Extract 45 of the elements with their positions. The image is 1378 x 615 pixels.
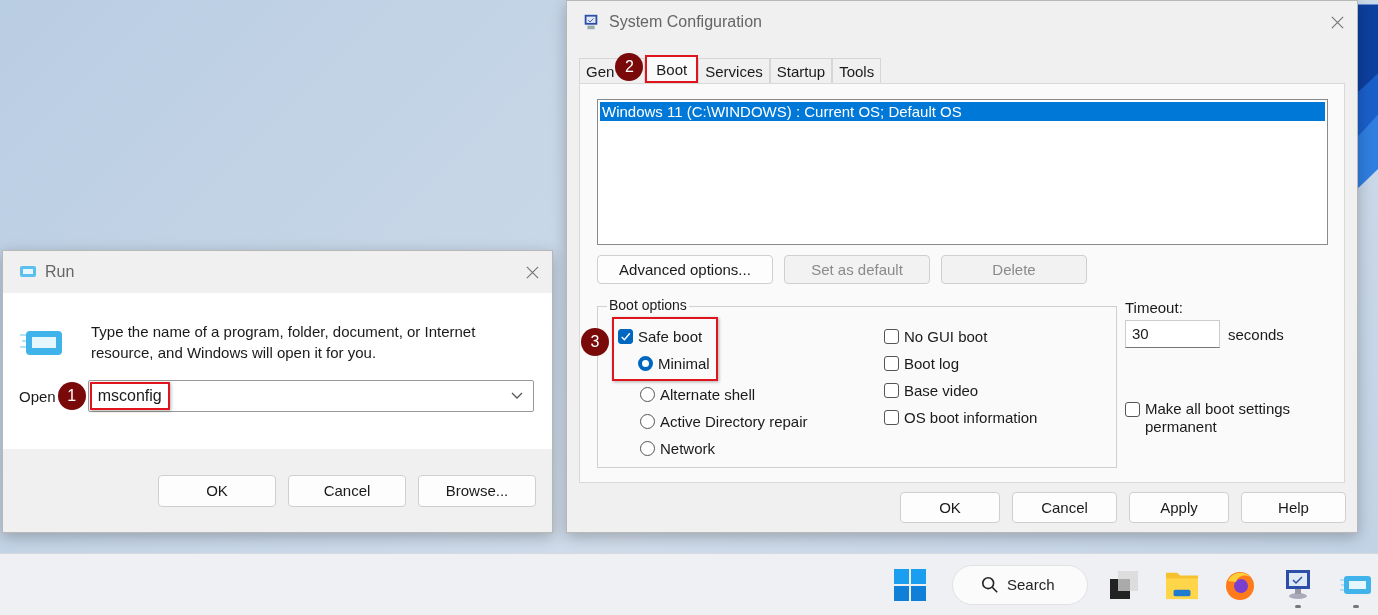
os-list-item[interactable]: Windows 11 (C:\WINDOWS) : Current OS; Default OS bbox=[600, 102, 1325, 121]
step-badge: 1 bbox=[57, 382, 86, 410]
start-icon[interactable] bbox=[894, 568, 926, 601]
checkmark-icon bbox=[619, 330, 632, 343]
browser-icon[interactable] bbox=[1224, 569, 1256, 601]
boot-flag-checkbox[interactable]: No GUI boot bbox=[884, 323, 988, 350]
open-combo-field[interactable]: msconfig bbox=[87, 380, 534, 412]
safe-boot-mode-radio[interactable]: Minimal bbox=[618, 350, 710, 377]
dialog-button[interactable]: Apply bbox=[1129, 492, 1229, 523]
window-title: System Configuration bbox=[609, 13, 763, 31]
dialog-button[interactable]: Browse... bbox=[418, 474, 536, 507]
dialog-button[interactable]: Cancel bbox=[288, 474, 406, 507]
dialog-button[interactable]: OK bbox=[900, 492, 1000, 523]
step-badge: 2 bbox=[615, 53, 644, 81]
tab[interactable]: Startup bbox=[769, 58, 833, 83]
safe-boot-checkbox[interactable]: Safe boot bbox=[618, 323, 703, 350]
timeout-field[interactable]: 30 bbox=[1125, 320, 1220, 348]
task-view-icon[interactable] bbox=[1108, 569, 1140, 601]
boot-flag-checkbox[interactable]: OS boot information bbox=[884, 404, 1038, 431]
chevron-down-icon[interactable] bbox=[511, 392, 523, 400]
make-permanent-checkbox[interactable]: Make all boot settings permanent bbox=[1125, 400, 1315, 436]
safe-boot-mode-radio[interactable]: Alternate shell bbox=[618, 381, 756, 408]
list-action-button[interactable]: Advanced options... bbox=[597, 255, 773, 284]
taskbar-search-button[interactable]: Search bbox=[952, 564, 1088, 605]
boot-flag-checkbox[interactable]: Boot log bbox=[884, 350, 960, 377]
window-title: Run bbox=[45, 263, 76, 281]
close-icon[interactable] bbox=[1330, 14, 1345, 30]
step-badge: 3 bbox=[581, 328, 609, 356]
tab[interactable]: Services bbox=[698, 58, 770, 83]
dialog-button[interactable]: Help bbox=[1241, 492, 1346, 523]
boot-flag-checkbox[interactable]: Base video bbox=[884, 377, 979, 404]
seconds-label: seconds bbox=[1228, 325, 1284, 343]
open-label: Open bbox=[19, 387, 56, 405]
tab[interactable]: Boot bbox=[645, 55, 699, 83]
close-icon[interactable] bbox=[525, 264, 540, 280]
dialog-button[interactable]: Cancel bbox=[1012, 492, 1117, 523]
command-text: msconfig bbox=[89, 382, 170, 410]
timeout-label: Timeout: bbox=[1125, 299, 1184, 316]
safe-boot-mode-radio[interactable]: Active Directory repair bbox=[618, 408, 808, 435]
safe-boot-mode-radio[interactable]: Network bbox=[618, 435, 715, 462]
group-label: Boot options bbox=[607, 297, 689, 313]
search-icon bbox=[981, 575, 999, 594]
dialog-button[interactable]: OK bbox=[158, 474, 276, 507]
instruction-text: Type the name of a program, folder, document, or Internet resource, and Windows will open it for you. bbox=[91, 322, 477, 363]
tab[interactable]: Tools bbox=[832, 58, 882, 83]
